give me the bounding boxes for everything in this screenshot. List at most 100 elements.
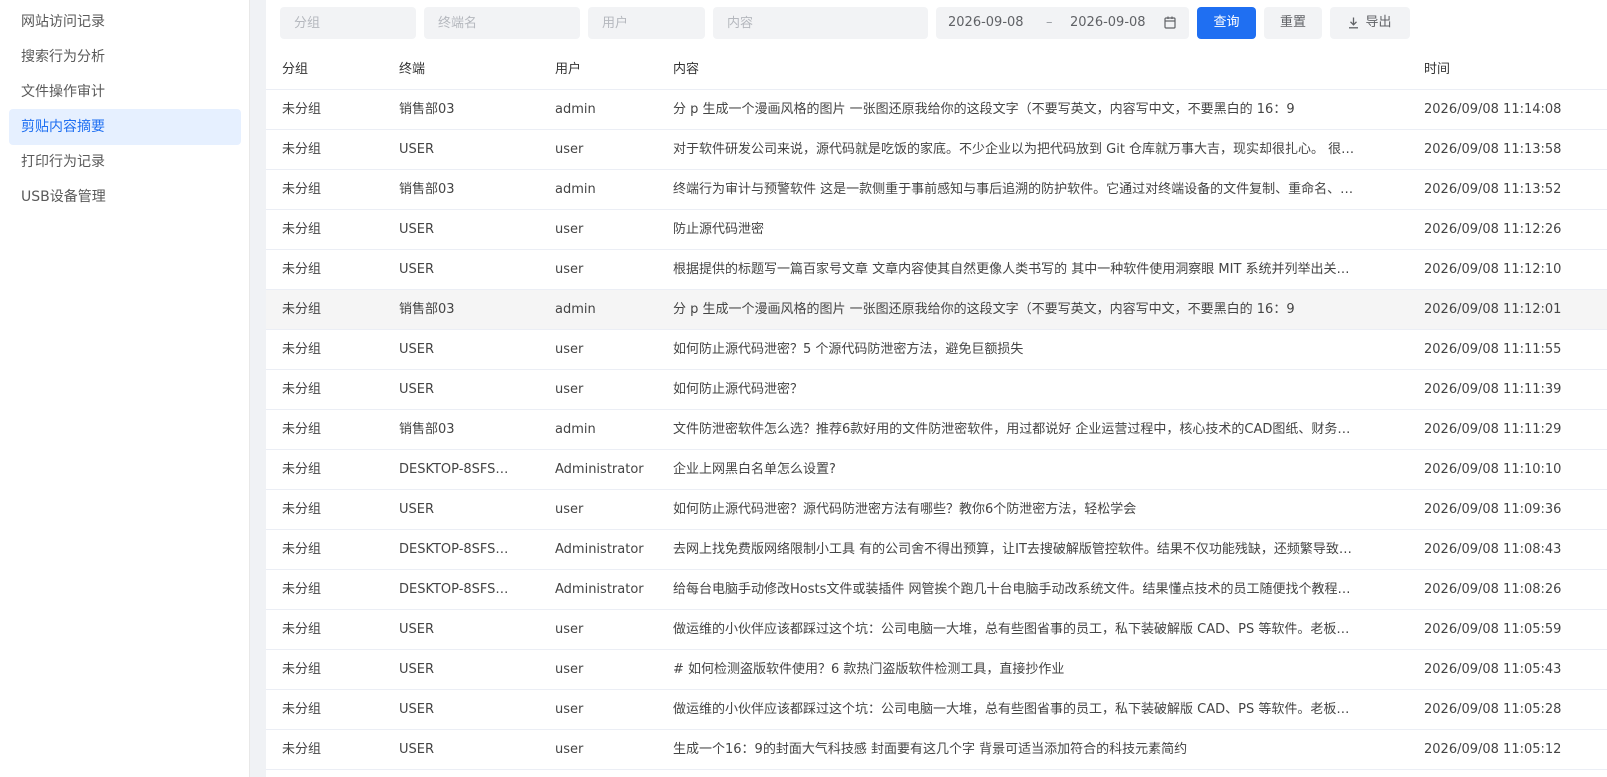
cell-time: 2026/09/08 11:12:01 <box>1424 302 1562 317</box>
table-row[interactable]: 未分组 DESKTOP-8SFS… Administrator 企业上网黑白名单怎么设… <box>266 450 1607 490</box>
cell-time: 2026/09/08 11:09:36 <box>1424 502 1562 517</box>
cell-group: 未分组 <box>282 102 322 117</box>
cell-terminal: USER <box>399 342 435 357</box>
date-start[interactable]: 2026-09-08 <box>948 7 1024 39</box>
cell-terminal: USER <box>399 142 435 157</box>
table-row[interactable]: 未分组 DESKTOP-8SFS… Administrator 给每台电脑手动修改Ho… <box>266 570 1607 610</box>
cell-content: 做运维的小伙伴应该都踩过这个坑：公司电脑一大堆，总有些图省事的员工，私下装破解版… <box>673 702 1350 717</box>
sidebar-item-website-visits[interactable]: 网站访问记录 <box>9 4 241 40</box>
sidebar-item-file-audit[interactable]: 文件操作审计 <box>9 74 241 110</box>
export-button[interactable]: 导出 <box>1330 7 1410 39</box>
group-filter-input[interactable] <box>280 7 416 39</box>
user-filter-input[interactable] <box>588 7 705 39</box>
cell-time: 2026/09/08 11:05:43 <box>1424 662 1562 677</box>
query-button[interactable]: 查询 <box>1197 7 1256 39</box>
cell-terminal: USER <box>399 222 435 237</box>
table-row[interactable]: 未分组 USER user 做运维的小伙伴应该都踩过这个坑：公司电脑一大堆，总有些图省… <box>266 690 1607 730</box>
sidebar-item-search-analysis[interactable]: 搜索行为分析 <box>9 39 241 75</box>
cell-time: 2026/09/08 11:13:52 <box>1424 182 1562 197</box>
calendar-icon[interactable] <box>1164 16 1176 29</box>
header-terminal[interactable]: 终端 <box>399 50 425 90</box>
cell-group: 未分组 <box>282 742 322 757</box>
cell-content: 做运维的小伙伴应该都踩过这个坑：公司电脑一大堆，总有些图省事的员工，私下装破解版… <box>673 622 1350 637</box>
cell-user: Administrator <box>555 542 644 557</box>
cell-time: 2026/09/08 11:10:10 <box>1424 462 1562 477</box>
main-panel: 2026-09-08 – 2026-09-08 查询 重置 <box>266 0 1607 777</box>
cell-terminal: 销售部03 <box>399 182 455 197</box>
cell-content: 生成一个16：9的封面大气科技感 封面要有这几个字 背景可适当添加符合的科技元素… <box>673 742 1188 757</box>
cell-user: admin <box>555 422 596 437</box>
table-row[interactable]: 未分组 USER user 做运维的小伙伴应该都踩过这个坑：公司电脑一大堆，总有些图省… <box>266 610 1607 650</box>
cell-terminal: 销售部03 <box>399 302 455 317</box>
cell-terminal: USER <box>399 502 435 517</box>
cell-time: 2026/09/08 11:08:43 <box>1424 542 1562 557</box>
terminal-filter-input[interactable] <box>424 7 580 39</box>
sidebar-item-usb-management[interactable]: USB设备管理 <box>9 179 241 215</box>
cell-time: 2026/09/08 11:12:26 <box>1424 222 1562 237</box>
cell-group: 未分组 <box>282 142 322 157</box>
cell-group: 未分组 <box>282 662 322 677</box>
cell-group: 未分组 <box>282 262 322 277</box>
cell-content: 分 p 生成一个漫画风格的图片 一张图还原我给你的这段文字（不要写英文，内容写中… <box>673 302 1295 317</box>
header-user[interactable]: 用户 <box>555 50 581 90</box>
table-row[interactable]: 未分组 USER user 如何防止源代码泄密？5 个源代码防泄密方法，避免巨额损失 2… <box>266 330 1607 370</box>
cell-group: 未分组 <box>282 702 322 717</box>
cell-terminal: DESKTOP-8SFS… <box>399 462 509 477</box>
cell-content: 防止源代码泄密 <box>673 222 765 237</box>
cell-user: user <box>555 142 584 157</box>
content-filter-input[interactable] <box>713 7 928 39</box>
cell-user: Administrator <box>555 582 644 597</box>
cell-terminal: USER <box>399 702 435 717</box>
cell-group: 未分组 <box>282 462 322 477</box>
table-row[interactable]: 未分组 销售部03 admin 终端行为审计与预警软件 这是一款侧重于事前感知与事后追… <box>266 170 1607 210</box>
cell-time: 2026/09/08 11:11:29 <box>1424 422 1562 437</box>
cell-content: 文件防泄密软件怎么选？推荐6款好用的文件防泄密软件，用过都说好 企业运营过程中，… <box>673 422 1351 437</box>
table-row[interactable]: 未分组 USER user # 如何检测盗版软件使用？6 款热门盗版软件检测工具，直接… <box>266 650 1607 690</box>
cell-user: user <box>555 262 584 277</box>
header-time[interactable]: 时间 <box>1424 50 1450 90</box>
cell-time: 2026/09/08 11:14:08 <box>1424 102 1562 117</box>
cell-user: user <box>555 502 584 517</box>
cell-terminal: USER <box>399 662 435 677</box>
cell-group: 未分组 <box>282 342 322 357</box>
table-row[interactable]: 未分组 销售部03 admin 分 p 生成一个漫画风格的图片 一张图还原我给你的这段… <box>266 90 1607 130</box>
cell-time: 2026/09/08 11:05:12 <box>1424 742 1562 757</box>
table-header: 分组 终端 用户 内容 时间 <box>266 50 1607 90</box>
table-row[interactable]: 未分组 USER user 生成一个16：9的封面大气科技感 封面要有这几个字 背景可… <box>266 730 1607 770</box>
cell-group: 未分组 <box>282 382 322 397</box>
cell-user: admin <box>555 182 596 197</box>
cell-content: 根据提供的标题写一篇百家号文章 文章内容使其自然更像人类书写的 其中一种软件使用… <box>673 262 1350 277</box>
download-icon <box>1348 17 1359 29</box>
table-row[interactable]: 未分组 USER user 防止源代码泄密 2026/09/08 11:12:26 <box>266 210 1607 250</box>
cell-user: user <box>555 742 584 757</box>
table-row[interactable]: 未分组 USER user 如何防止源代码泄密？ 2026/09/08 11:11:39 <box>266 370 1607 410</box>
sidebar-item-clipboard-summary[interactable]: 剪贴内容摘要 <box>9 109 241 145</box>
reset-button[interactable]: 重置 <box>1264 7 1322 39</box>
cell-time: 2026/09/08 11:12:10 <box>1424 262 1562 277</box>
table-row[interactable]: 未分组 销售部03 admin 文件防泄密软件怎么选？推荐6款好用的文件防泄密软件，用… <box>266 410 1607 450</box>
header-content[interactable]: 内容 <box>673 50 699 90</box>
sidebar-item-print-records[interactable]: 打印行为记录 <box>9 144 241 180</box>
cell-group: 未分组 <box>282 182 322 197</box>
table-row[interactable]: 未分组 USER user 对于软件研发公司来说，源代码就是吃饭的家底。不少企业以为把… <box>266 130 1607 170</box>
cell-group: 未分组 <box>282 222 322 237</box>
date-end[interactable]: 2026-09-08 <box>1070 7 1146 39</box>
cell-user: admin <box>555 302 596 317</box>
table-row[interactable]: 未分组 销售部03 admin 分 p 生成一个漫画风格的图片 一张图还原我给你的这段… <box>266 290 1607 330</box>
cell-user: user <box>555 662 584 677</box>
cell-terminal: DESKTOP-8SFS… <box>399 542 509 557</box>
cell-terminal: 销售部03 <box>399 422 455 437</box>
table-row[interactable]: 未分组 DESKTOP-8SFS… Administrator 去网上找免费版网络限制… <box>266 530 1607 570</box>
header-group[interactable]: 分组 <box>282 50 308 90</box>
cell-content: 分 p 生成一个漫画风格的图片 一张图还原我给你的这段文字（不要写英文，内容写中… <box>673 102 1295 117</box>
cell-user: Administrator <box>555 462 644 477</box>
export-label: 导出 <box>1365 15 1392 30</box>
cell-terminal: USER <box>399 382 435 397</box>
date-range-picker[interactable]: 2026-09-08 – 2026-09-08 <box>936 7 1189 39</box>
table-row[interactable]: 未分组 USER user 如何防止源代码泄密？源代码防泄密方法有哪些？教你6个防泄密… <box>266 490 1607 530</box>
cell-user: admin <box>555 102 596 117</box>
cell-time: 2026/09/08 11:11:55 <box>1424 342 1562 357</box>
table-row[interactable]: 未分组 USER user 根据提供的标题写一篇百家号文章 文章内容使其自然更像人类书… <box>266 250 1607 290</box>
cell-content: 如何防止源代码泄密？ <box>673 382 804 397</box>
cell-group: 未分组 <box>282 582 322 597</box>
